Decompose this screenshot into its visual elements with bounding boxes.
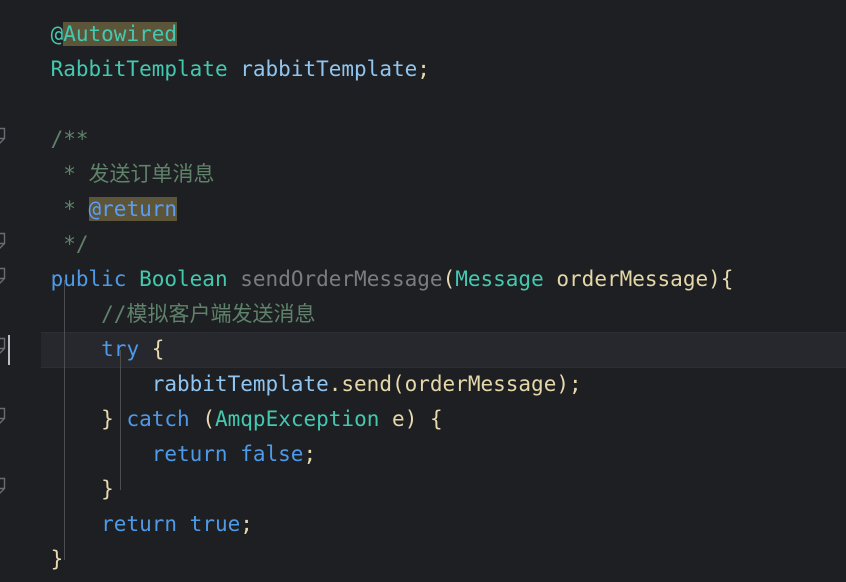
line-method-close[interactable]: }	[0, 542, 64, 577]
code-editor[interactable]: @Autowired RabbitTemplate rabbitTemplate…	[0, 0, 846, 582]
code-token: send	[341, 372, 392, 396]
code-token: @	[50, 22, 64, 46]
code-token: sendOrderMessage	[240, 267, 443, 291]
line-send-call[interactable]: rabbitTemplate.send(orderMessage);	[0, 367, 582, 402]
code-token: try	[101, 337, 140, 361]
line-catch[interactable]: } catch (AmqpException e) {	[0, 402, 443, 437]
code-token: AmqpException	[215, 407, 380, 431]
line-javadoc-open[interactable]: /**	[0, 122, 89, 157]
line-method-signature[interactable]: public Boolean sendOrderMessage(Message …	[0, 262, 734, 297]
line-autowired[interactable]: @Autowired	[0, 17, 178, 52]
code-token: Boolean	[139, 267, 228, 291]
code-token: e	[392, 407, 405, 431]
code-token: rabbitTemplate	[151, 372, 329, 396]
code-token: *	[63, 197, 89, 221]
code-token: 发送订单消息	[88, 162, 215, 186]
code-token: return	[151, 442, 228, 466]
code-token: false	[240, 442, 304, 466]
line-javadoc-description[interactable]: * 发送订单消息	[0, 157, 215, 192]
code-token: {	[720, 267, 734, 291]
line-return-false[interactable]: return false;	[0, 437, 316, 472]
code-token: (	[442, 267, 456, 291]
code-token: (	[202, 407, 215, 431]
code-token: 模拟客户端发送消息	[126, 302, 316, 326]
code-token: {	[151, 337, 165, 361]
line-javadoc-return-tag[interactable]: * @return	[0, 192, 178, 227]
code-token: orderMessage	[404, 372, 557, 396]
text-caret	[8, 335, 10, 365]
code-token: ;	[569, 372, 582, 396]
code-token: Message	[455, 267, 544, 291]
code-token: */	[63, 232, 89, 256]
code-token: ;	[240, 512, 253, 536]
code-token: )	[556, 372, 569, 396]
line-try-open[interactable]: try {	[0, 332, 164, 367]
line-comment-simulate[interactable]: //模拟客户端发送消息	[0, 297, 315, 332]
code-token: }	[50, 547, 64, 571]
code-token: ;	[303, 442, 317, 466]
code-token: @return	[88, 197, 178, 221]
code-token: ;	[417, 57, 430, 81]
code-token: Autowired	[63, 22, 178, 46]
code-token: true	[189, 512, 241, 536]
code-token: }	[101, 407, 114, 431]
code-token: //	[101, 302, 127, 326]
code-token: orderMessage	[556, 267, 709, 291]
line-javadoc-close[interactable]: */	[0, 227, 89, 262]
code-token: public	[50, 267, 127, 291]
code-token: RabbitTemplate	[50, 57, 228, 81]
line-catch-close[interactable]: }	[0, 472, 114, 507]
code-token: )	[404, 407, 418, 431]
code-token: }	[101, 477, 114, 501]
code-token: (	[391, 372, 405, 396]
code-token: rabbitTemplate	[240, 57, 418, 81]
code-token: /**	[50, 127, 89, 151]
code-token: .	[328, 372, 342, 396]
code-token: *	[63, 162, 89, 186]
line-field-declaration[interactable]: RabbitTemplate rabbitTemplate;	[0, 52, 430, 87]
code-token: return	[101, 512, 178, 536]
code-token: )	[708, 267, 721, 291]
line-return-true[interactable]: return true;	[0, 507, 253, 542]
code-token: catch	[126, 407, 190, 431]
code-token: {	[430, 407, 443, 431]
